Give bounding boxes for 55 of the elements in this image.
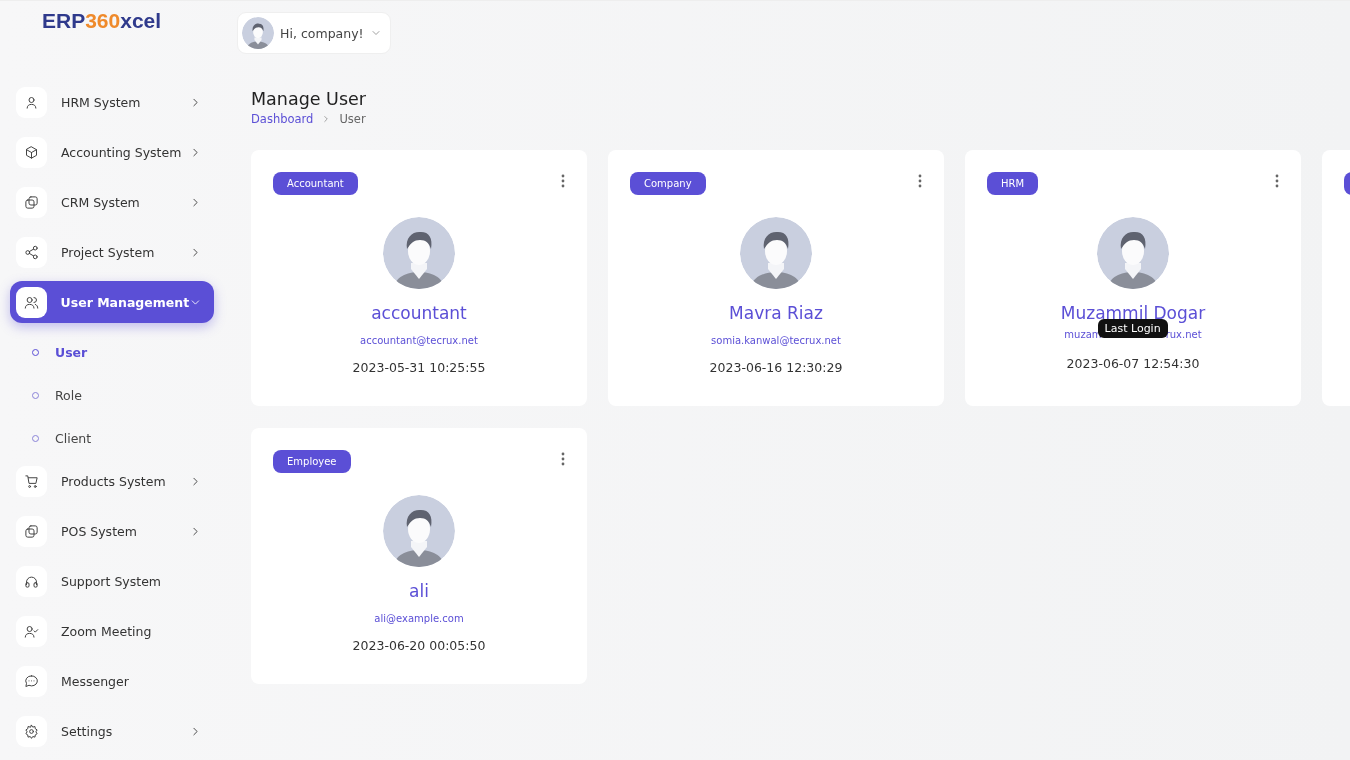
user-name: accountant — [371, 303, 467, 323]
submenu-item[interactable]: User — [10, 331, 98, 374]
user-email: somia.kanwal@tecrux.net — [711, 335, 841, 346]
sidebar-item[interactable]: Products System — [10, 460, 214, 502]
role-badge: Company — [630, 172, 706, 195]
submenu-item[interactable]: Role — [10, 374, 92, 417]
role-badge: Accountant — [273, 172, 358, 195]
breadcrumb-link[interactable]: Dashboard — [251, 112, 314, 126]
headphones-icon — [24, 573, 39, 589]
layers-icon — [24, 194, 39, 210]
sidebar-item[interactable]: HRM System — [10, 81, 214, 123]
logo: ERP360xcel — [41, 8, 162, 33]
layers-icon — [24, 523, 39, 539]
settings-icon — [24, 723, 39, 739]
cube-icon — [24, 144, 39, 160]
last-login-time: 2023-05-31 10:25:55 — [352, 360, 486, 375]
cart-icon — [24, 473, 39, 489]
user-name: ali — [409, 581, 429, 601]
sidebar-item[interactable]: Project System — [10, 231, 214, 273]
avatar — [383, 217, 455, 289]
page-title: Manage User — [251, 89, 366, 109]
sidebar-item[interactable]: CRM System — [10, 181, 214, 223]
more-icon[interactable] — [918, 174, 922, 188]
breadcrumb-current: User — [339, 112, 366, 126]
person-icon — [24, 94, 39, 110]
chat-icon — [24, 673, 39, 689]
user-name: Muzammil Dogar — [1060, 303, 1206, 323]
avatar — [383, 495, 455, 567]
user-email: rux.net — [1165, 329, 1202, 340]
last-login-time: 2023-06-20 00:05:50 — [352, 638, 486, 653]
sidebar-item[interactable]: Messenger — [10, 660, 214, 702]
users-icon — [23, 294, 39, 310]
role-badge: Employee — [273, 450, 351, 473]
more-icon[interactable] — [1275, 174, 1279, 188]
sidebar-item[interactable]: Accounting System — [10, 131, 214, 173]
role-badge: HRM — [987, 172, 1039, 195]
user-email: ali@example.com — [374, 613, 464, 624]
last-login-time: 2023-06-07 12:54:30 — [1066, 356, 1200, 371]
sidebar-item[interactable]: Zoom Meeting — [10, 610, 214, 652]
submenu-item[interactable]: Client — [10, 417, 102, 460]
user-menu[interactable]: Hi, company! — [237, 12, 391, 54]
user-check-icon — [24, 623, 39, 639]
avatar — [740, 217, 812, 289]
user-email: accountant@tecrux.net — [360, 335, 478, 346]
more-icon[interactable] — [561, 452, 565, 466]
sidebar-item[interactable]: Settings — [10, 710, 214, 752]
sidebar-item[interactable]: POS System — [10, 510, 214, 552]
avatar — [1097, 217, 1169, 289]
share-icon — [24, 244, 39, 260]
more-icon[interactable] — [561, 174, 565, 188]
sidebar-item[interactable]: User Management — [10, 281, 214, 323]
last-login-time: 2023-06-16 12:30:29 — [709, 360, 843, 375]
avatar — [242, 17, 275, 49]
user-name: Mavra Riaz — [729, 303, 823, 323]
sidebar-item[interactable]: Support System — [10, 560, 214, 602]
